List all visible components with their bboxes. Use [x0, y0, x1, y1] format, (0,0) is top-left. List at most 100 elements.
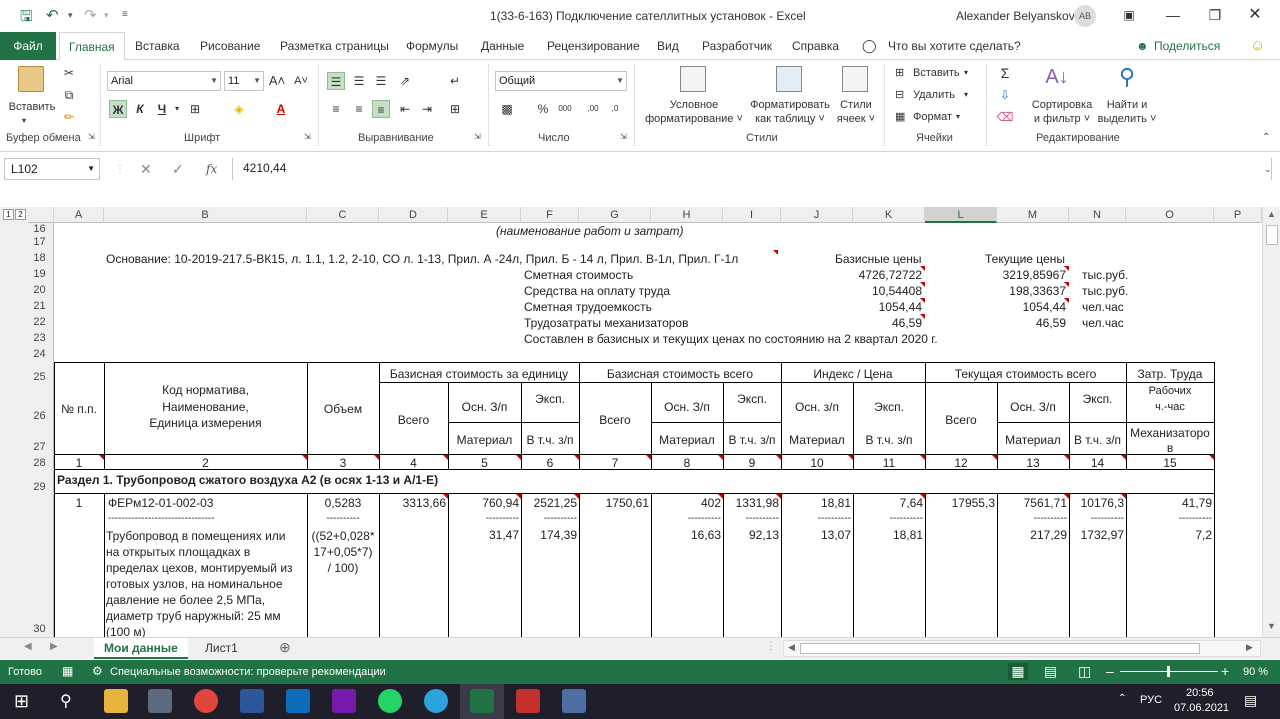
wrap-text-icon[interactable]: ↵ [446, 72, 464, 90]
row-header-30[interactable]: 30 [26, 623, 53, 635]
tab-draw[interactable]: Рисование [200, 32, 260, 60]
formula-input[interactable]: 4210,44 [232, 158, 1272, 180]
paste-dropdown-icon[interactable]: ▾ [22, 114, 26, 128]
column-header-p[interactable]: P [1214, 207, 1262, 223]
fill-color-icon[interactable]: ◈ [230, 100, 248, 118]
clock-time[interactable]: 20:56 [1186, 687, 1214, 699]
font-size-select[interactable]: 11 ▼ [224, 71, 264, 91]
redo-dropdown-icon[interactable]: ▾ [104, 10, 109, 21]
tell-me-box[interactable]: Что вы хотите сделать? [888, 32, 1021, 60]
increase-font-icon[interactable]: A˄ [268, 72, 286, 90]
decrease-indent-icon[interactable]: ⇤ [396, 100, 414, 118]
number-format-select[interactable]: Общий ▼ [495, 71, 627, 91]
insert-cells-button[interactable]: Вставить [913, 66, 960, 80]
search-icon[interactable]: ⚲ [60, 691, 72, 711]
accessibility-icon[interactable]: ⚙ [92, 664, 103, 678]
clock-date[interactable]: 07.06.2021 [1174, 702, 1229, 714]
page-layout-view-icon[interactable]: ▤ [1044, 663, 1057, 680]
column-header-m[interactable]: M [997, 207, 1069, 223]
delete-cells-icon[interactable]: ⊟ [895, 88, 904, 102]
macro-record-icon[interactable]: ▦ [62, 664, 73, 678]
row-header-19[interactable]: 19 [26, 268, 53, 280]
comma-style-icon[interactable]: 000 [556, 100, 574, 118]
scroll-left-icon[interactable]: ◀ [788, 642, 795, 653]
file-explorer-icon[interactable] [104, 689, 128, 713]
smiley-icon[interactable]: ☺ [1250, 32, 1265, 60]
align-bottom-icon[interactable]: ☰ [372, 72, 390, 90]
column-header-g[interactable]: G [579, 207, 651, 223]
format-dropdown-icon[interactable]: ▾ [956, 110, 960, 124]
page-break-view-icon[interactable]: ◫ [1078, 663, 1091, 680]
redo-icon[interactable]: ↷ [84, 6, 97, 24]
conditional-formatting-button[interactable]: Условное форматирование ˅ [642, 98, 746, 126]
word-icon[interactable] [240, 689, 264, 713]
sheet-tab-my-data[interactable]: Мои данные [94, 638, 188, 659]
italic-button[interactable]: К [131, 100, 149, 118]
increase-decimal-icon[interactable]: ,00 [584, 100, 602, 118]
column-header-a[interactable]: A [54, 207, 104, 223]
decrease-font-icon[interactable]: A˅ [292, 72, 310, 90]
vertical-scrollbar[interactable]: ▲ ▼ [1262, 207, 1280, 637]
zoom-slider-thumb[interactable] [1167, 666, 1170, 677]
orientation-icon[interactable]: ⇗ [396, 72, 414, 90]
font-name-select[interactable]: Arial ▼ [107, 71, 221, 91]
accessibility-status[interactable]: Специальные возможности: проверьте реком… [110, 666, 386, 678]
windows-start-icon[interactable]: ⊞ [14, 691, 29, 712]
zoom-level[interactable]: 90 % [1243, 666, 1268, 678]
tab-data[interactable]: Данные [481, 32, 524, 60]
language-indicator[interactable]: РУС [1140, 694, 1162, 706]
undo-dropdown-icon[interactable]: ▾ [68, 10, 73, 21]
column-header-l[interactable]: L [925, 207, 997, 223]
share-button[interactable]: Поделиться [1154, 32, 1220, 60]
cell-styles-icon[interactable] [842, 66, 868, 92]
worksheet-grid[interactable]: A B C D E F G H I J K L M N O P 16 17 18… [0, 207, 1262, 637]
tab-help[interactable]: Справка [792, 32, 839, 60]
minimize-icon[interactable]: — [1158, 4, 1188, 26]
row-header-20[interactable]: 20 [26, 284, 53, 296]
accounting-format-icon[interactable]: ▩ [498, 100, 516, 118]
expand-formula-icon[interactable]: ⌄ [1264, 164, 1272, 175]
bold-button[interactable]: Ж [109, 100, 127, 118]
tab-developer[interactable]: Разработчик [702, 32, 772, 60]
row-header-29[interactable]: 29 [26, 481, 53, 493]
row-header-27[interactable]: 27 [26, 441, 53, 453]
paste-icon[interactable] [18, 66, 44, 92]
chrome-icon[interactable] [194, 689, 218, 713]
zoom-in-icon[interactable]: + [1221, 663, 1229, 679]
column-header-d[interactable]: D [379, 207, 448, 223]
number-launcher-icon[interactable]: ⇲ [620, 132, 627, 141]
vertical-scroll-thumb[interactable] [1266, 225, 1278, 245]
outline-level-2-button[interactable]: 2 [15, 209, 26, 220]
column-header-e[interactable]: E [448, 207, 521, 223]
font-launcher-icon[interactable]: ⇲ [304, 132, 311, 141]
column-header-i[interactable]: I [723, 207, 781, 223]
paste-button[interactable]: Вставить [6, 100, 58, 114]
column-header-b[interactable]: B [104, 207, 307, 223]
align-top-icon[interactable]: ☰ [327, 72, 345, 90]
telegram-icon[interactable] [424, 689, 448, 713]
prev-sheet-icon[interactable]: ◀ [24, 641, 32, 652]
delete-dropdown-icon[interactable]: ▾ [964, 88, 968, 102]
cut-icon[interactable]: ✂ [60, 64, 78, 82]
outline-level-1-button[interactable]: 1 [3, 209, 14, 220]
increase-indent-icon[interactable]: ⇥ [418, 100, 436, 118]
clear-icon[interactable]: ⌫ [996, 108, 1014, 126]
tab-view[interactable]: Вид [657, 32, 679, 60]
tray-chevron-icon[interactable]: ⌃ [1118, 693, 1126, 704]
sort-filter-button[interactable]: Сортировка и фильтр ˅ [1028, 98, 1096, 126]
outlook-icon[interactable] [286, 689, 310, 713]
row-header-23[interactable]: 23 [26, 332, 53, 344]
tab-formulas[interactable]: Формулы [406, 32, 458, 60]
font-color-icon[interactable]: A [272, 100, 290, 118]
collapse-ribbon-icon[interactable]: ⌃ [1262, 132, 1270, 143]
row-header-26[interactable]: 26 [26, 410, 53, 422]
column-header-h[interactable]: H [651, 207, 723, 223]
borders-icon[interactable]: ⊞ [186, 100, 204, 118]
row-header-21[interactable]: 21 [26, 300, 53, 312]
ribbon-display-icon[interactable]: ▣ [1114, 4, 1144, 26]
row-header-22[interactable]: 22 [26, 316, 53, 328]
column-header-j[interactable]: J [781, 207, 853, 223]
row-header-28[interactable]: 28 [26, 457, 53, 469]
fill-icon[interactable]: ⇩ [996, 86, 1014, 104]
column-header-k[interactable]: K [853, 207, 925, 223]
